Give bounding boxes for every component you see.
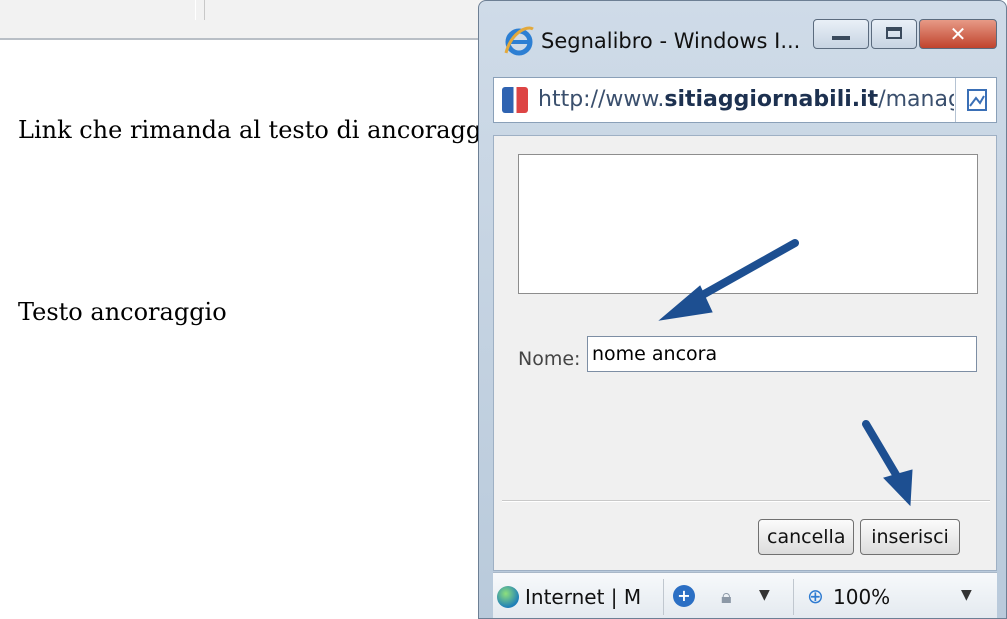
security-zone-text[interactable]: Internet | M [525,585,641,609]
close-icon: ✕ [949,22,967,46]
minimize-button[interactable] [813,19,869,49]
address-prefix: http://www. [538,87,665,112]
separator [502,500,990,502]
maximize-button[interactable] [871,19,917,49]
dialog-content: Nome: cancella inserisci [493,135,997,571]
compat-view-icon [967,89,987,111]
page-toolbar [0,0,490,40]
globe-icon [497,586,519,608]
address-url[interactable]: http://www.sitiaggiornabili.it/manag [538,87,954,112]
cancel-button[interactable]: cancella [758,519,854,555]
page-text-anchor-line: Testo ancoraggio [18,298,227,326]
window-title: Segnalibro - Windows I... [541,29,801,53]
title-bar[interactable]: Segnalibro - Windows I... ✕ [479,1,1006,69]
dropdown-arrow-icon[interactable]: ▼ [759,587,770,603]
addon-icon[interactable]: + [673,585,695,607]
ie-icon [504,26,534,56]
address-bar[interactable]: http://www.sitiaggiornabili.it/manag [493,77,997,123]
status-divider [663,579,664,615]
zoom-level[interactable]: 100% [833,585,890,609]
status-divider [793,579,794,615]
status-bar: Internet | M + 🔒︎ ▼ ⊕ 100% ▼ [493,572,997,618]
bookmark-dialog-window: Segnalibro - Windows I... ✕ http://www.s… [478,0,1007,619]
compat-view-button[interactable] [955,78,998,122]
close-button[interactable]: ✕ [919,19,997,49]
nome-input[interactable] [587,336,977,372]
address-domain: sitiaggiornabili.it [664,87,879,112]
nome-label: Nome: [518,348,581,370]
maximize-icon [886,27,902,39]
page-text-link-line: Link che rimanda al testo di ancoraggio [18,116,504,144]
page-icon [502,87,528,113]
address-suffix: /manag [878,87,954,112]
minimize-icon [832,36,850,40]
toolbar-divider [195,0,205,20]
zoom-dropdown-arrow-icon[interactable]: ▼ [961,587,972,603]
lock-icon[interactable]: 🔒︎ [721,584,732,608]
zoom-icon[interactable]: ⊕ [807,584,824,608]
anchor-preview-area[interactable] [518,154,978,294]
insert-button[interactable]: inserisci [860,519,960,555]
